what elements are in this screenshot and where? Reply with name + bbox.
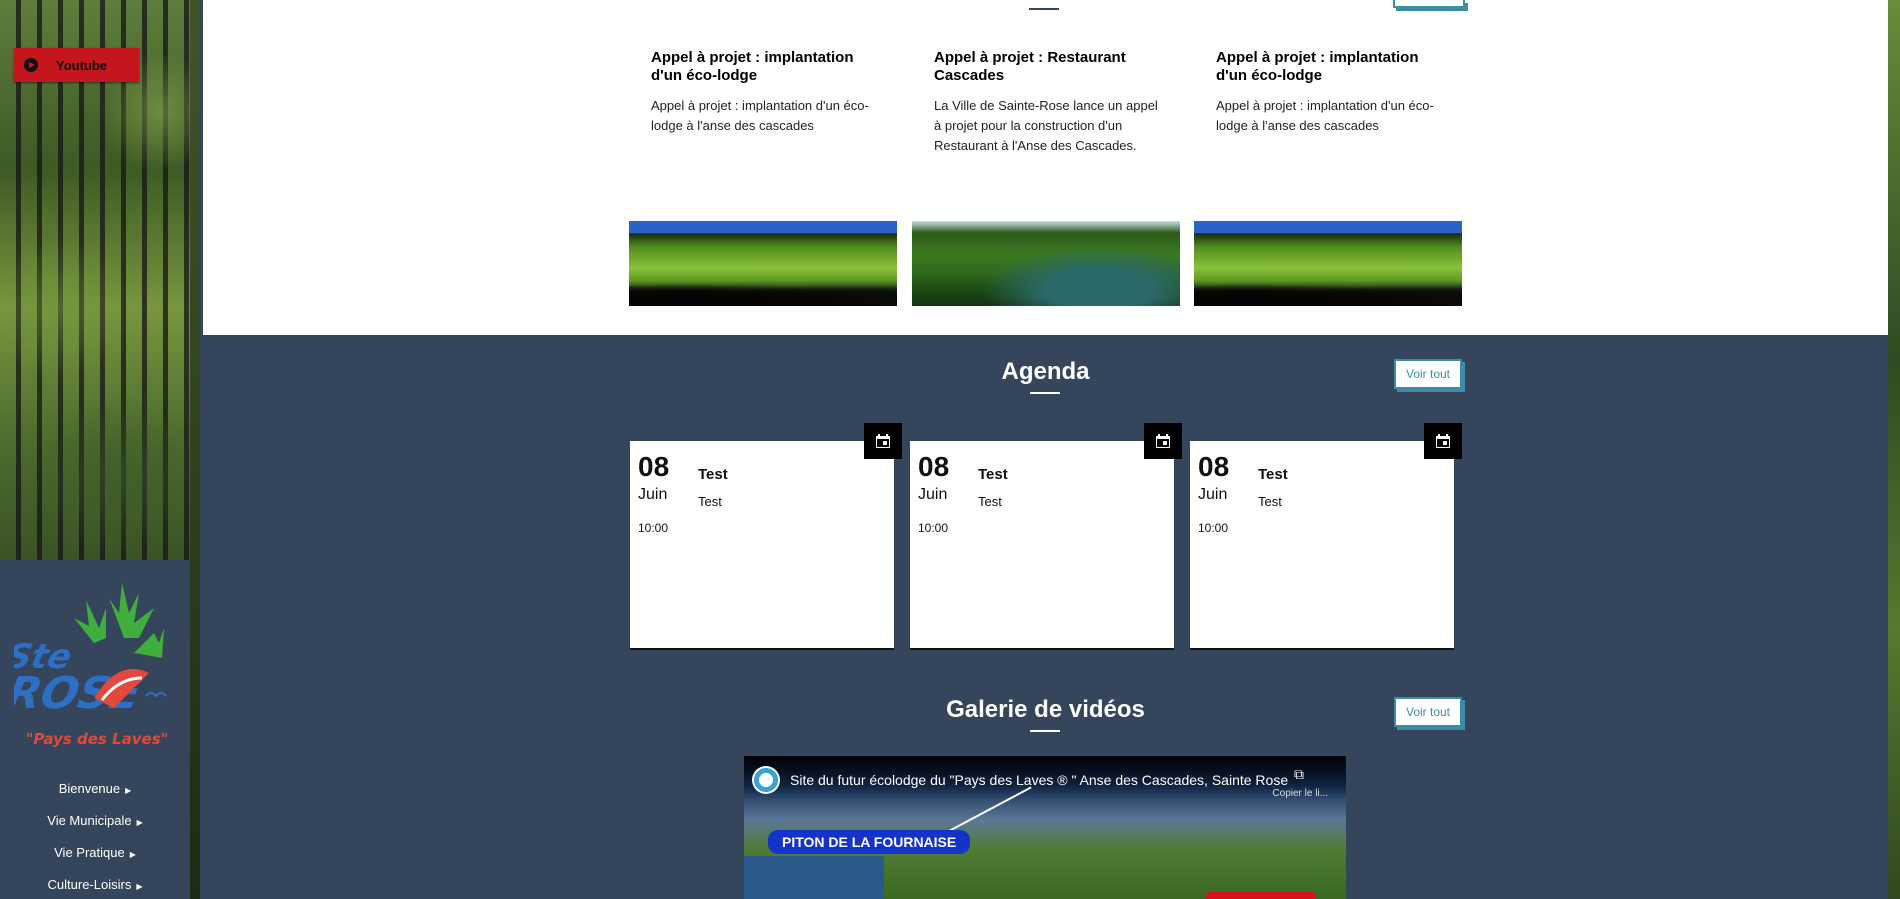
video-player[interactable]: Site du futur écolodge du "Pays des Lave… [744, 756, 1346, 899]
video-place-label: PITON DE LA FOURNAISE [768, 830, 971, 854]
section-underline [1030, 730, 1060, 732]
sidebar-background-image [0, 0, 200, 560]
news-card-text: Appel à projet : implantation d'un éco-l… [1216, 98, 1434, 133]
videos-voir-tout-button[interactable]: Voir tout [1394, 697, 1462, 727]
agenda-title: Agenda [1001, 358, 1090, 385]
logo-graphic: Ste ROSE [2, 583, 167, 719]
news-card[interactable]: Appel à projet : implantation d'un éco-l… [1216, 49, 1446, 136]
news-card-text: Appel à projet : implantation d'un éco-l… [651, 98, 869, 133]
site-logo[interactable]: Ste ROSE "Pays des Laves" [2, 578, 174, 748]
nav-item-culture-loisirs[interactable]: Culture-Loisirs ▶ [0, 877, 190, 892]
event-title[interactable]: Test [978, 466, 1008, 483]
event-description: Test [698, 494, 722, 509]
event-month: Juin [1198, 486, 1228, 503]
event-day: 08 [638, 451, 670, 482]
video-title[interactable]: Site du futur écolodge du "Pays des Lave… [790, 772, 1288, 788]
news-card[interactable]: Appel à projet : Restaurant Cascades La … [934, 49, 1164, 156]
caret-right-icon: ▶ [125, 786, 132, 795]
event-card[interactable]: 08 Juin 10:00 Test Test [630, 423, 902, 650]
event-day: 08 [918, 451, 950, 482]
event-card[interactable]: 08 Juin 10:00 Test Test [910, 423, 1182, 650]
news-card-text: La Ville de Sainte-Rose lance un appel à… [934, 98, 1158, 153]
nav-item-label: Bienvenue [58, 781, 121, 796]
nav-item-vie-pratique[interactable]: Vie Pratique ▶ [0, 845, 190, 860]
event-day: 08 [1198, 451, 1230, 482]
copy-icon[interactable]: ⧉ [1294, 766, 1304, 783]
sidebar-edge [190, 0, 200, 899]
sidebar: Youtube Ste ROSE "Pays des Laves" Bienve… [0, 0, 200, 899]
news-card-title[interactable]: Appel à projet : implantation d'un éco-l… [651, 49, 881, 85]
section-underline [1029, 8, 1059, 10]
nav-item-label: Culture-Loisirs [47, 877, 132, 892]
logo-tagline: "Pays des Laves" [25, 730, 169, 748]
nav-item-label: Vie Municipale [47, 813, 132, 828]
news-card-title[interactable]: Appel à projet : implantation d'un éco-l… [1216, 49, 1446, 85]
video-gallery-title: Galerie de vidéos [946, 696, 1145, 723]
caret-right-icon: ▶ [136, 882, 143, 891]
news-card-image[interactable] [629, 221, 897, 306]
caret-right-icon: ▶ [136, 818, 143, 827]
caret-right-icon: ▶ [129, 850, 136, 859]
youtube-button[interactable]: Youtube [14, 48, 139, 82]
channel-avatar[interactable] [752, 766, 780, 794]
nav-item-label: Vie Pratique [54, 845, 125, 860]
event-title[interactable]: Test [1258, 466, 1288, 483]
youtube-icon [24, 58, 38, 72]
event-card[interactable]: 08 Juin 10:00 Test Test [1190, 423, 1462, 650]
news-card-image[interactable] [912, 221, 1180, 306]
calendar-icon [1144, 423, 1182, 459]
news-section: Appel à projet : implantation d'un éco-l… [203, 0, 1888, 335]
play-button[interactable] [1206, 892, 1316, 899]
calendar-icon [864, 423, 902, 459]
event-month: Juin [918, 486, 948, 503]
event-time: 10:00 [638, 521, 669, 535]
event-description: Test [978, 494, 1002, 509]
news-card-title[interactable]: Appel à projet : Restaurant Cascades [934, 49, 1164, 85]
nav-item-vie-municipale[interactable]: Vie Municipale ▶ [0, 813, 190, 828]
event-time: 10:00 [918, 521, 949, 535]
event-month: Juin [638, 486, 668, 503]
event-time: 10:00 [1198, 521, 1229, 535]
copy-link-label[interactable]: Copier le li... [1272, 788, 1328, 799]
agenda-voir-tout-button[interactable]: Voir tout [1394, 359, 1462, 389]
background-image-edge [1888, 0, 1900, 899]
video-thumbnail-sea [744, 856, 884, 899]
event-description: Test [1258, 494, 1282, 509]
event-title[interactable]: Test [698, 466, 728, 483]
voir-tout-button-partial[interactable] [1393, 0, 1465, 8]
calendar-icon [1424, 423, 1462, 459]
news-card[interactable]: Appel à projet : implantation d'un éco-l… [651, 49, 881, 136]
youtube-label: Youtube [56, 57, 108, 73]
news-card-image[interactable] [1194, 221, 1462, 306]
nav-item-bienvenue[interactable]: Bienvenue ▶ [0, 781, 190, 796]
section-underline [1030, 392, 1060, 394]
